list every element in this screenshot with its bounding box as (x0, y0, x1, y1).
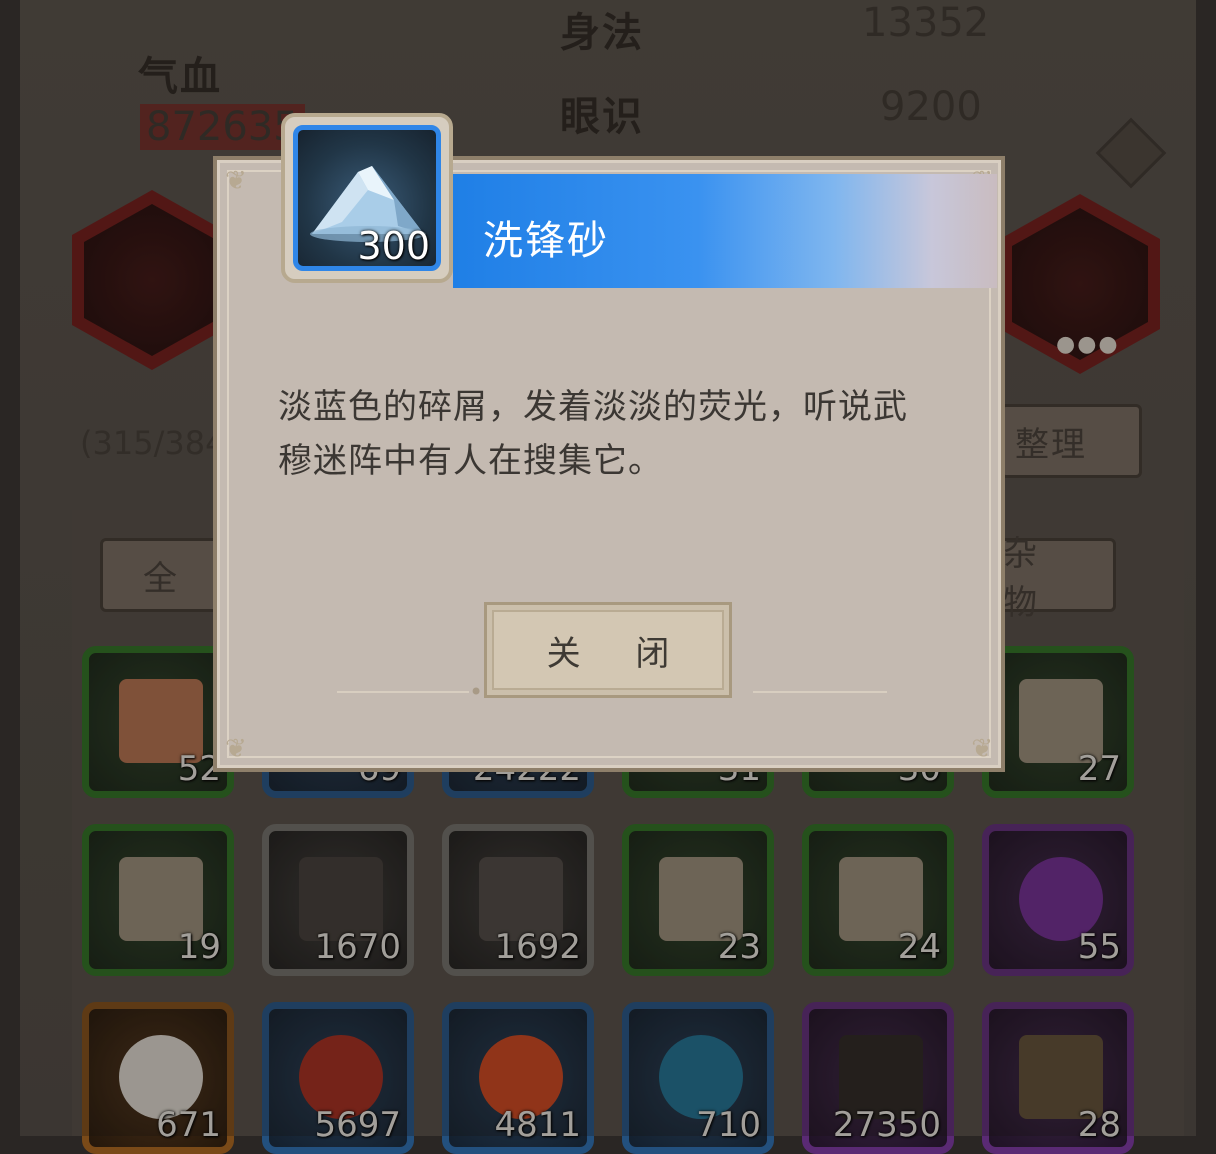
inventory-slot[interactable]: 19 (82, 824, 234, 976)
item-description: 淡蓝色的碎屑，发着淡淡的荧光，听说武穆迷阵中有人在搜集它。 (278, 387, 908, 481)
item-icon-frame: 300 (281, 113, 453, 283)
corner-ornament-icon: ❦ (225, 734, 247, 764)
inventory-slot[interactable]: 24 (802, 824, 954, 976)
inventory-slot[interactable]: 710 (622, 1002, 774, 1154)
item-icon-box: 300 (293, 125, 441, 271)
inventory-slot[interactable]: 1670 (262, 824, 414, 976)
inventory-slot[interactable]: 27350 (802, 1002, 954, 1154)
sort-button[interactable]: 整理 (1000, 404, 1142, 478)
hp-label: 气血 (138, 54, 222, 100)
bag-capacity: (315/384 (80, 424, 226, 462)
inventory-slot[interactable]: 5697 (262, 1002, 414, 1154)
insight-value: 9200 (880, 84, 982, 130)
swap-icon[interactable] (1095, 117, 1167, 189)
corner-ornament-icon: ❦ (225, 166, 247, 196)
item-name: 洗锋砂 (483, 218, 609, 264)
inventory-slot[interactable]: 52 (82, 646, 234, 798)
close-button[interactable]: 关 闭 (484, 602, 732, 698)
inventory-slot[interactable]: 28 (982, 1002, 1134, 1154)
hp-value: 872635 (140, 104, 305, 150)
inventory-slot[interactable]: 4811 (442, 1002, 594, 1154)
divider-line (337, 691, 469, 693)
weapon-slot[interactable] (72, 190, 232, 370)
mount-slot[interactable] (1000, 194, 1160, 374)
insight-label: 眼识 (560, 94, 644, 140)
corner-ornament-icon: ❦ (971, 734, 993, 764)
inventory-slot[interactable]: 671 (82, 1002, 234, 1154)
inventory-slot[interactable]: 23 (622, 824, 774, 976)
agility-value: 13352 (862, 0, 990, 46)
tab-misc[interactable]: 杂 物 (996, 534, 1116, 623)
item-count: 300 (357, 224, 430, 268)
inventory-slot[interactable]: 55 (982, 824, 1134, 976)
close-button-label: 关 闭 (546, 633, 692, 674)
inventory-slot[interactable]: 1692 (442, 824, 594, 976)
divider-line (753, 691, 887, 693)
more-icon: ●●● (1056, 332, 1120, 357)
agility-label: 身法 (560, 10, 644, 56)
